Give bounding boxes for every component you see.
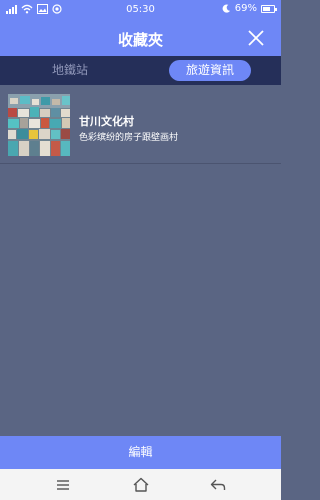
item-subtitle: 色彩缤纷的房子跟壁画村 xyxy=(79,133,179,143)
edit-button[interactable]: 編輯 xyxy=(0,436,281,469)
status-icons-right: 69% xyxy=(222,3,277,14)
status-bar: 05:30 69% xyxy=(0,0,281,20)
tab-travel-info[interactable]: 旅遊資訊 xyxy=(169,60,251,81)
tab-bar: 地鐵站 旅遊資訊 xyxy=(0,56,281,85)
list-item[interactable]: 甘川文化村 色彩缤纷的房子跟壁画村 xyxy=(0,85,281,164)
menu-icon[interactable] xyxy=(53,475,73,495)
header: 收藏夾 xyxy=(0,20,281,56)
battery-icon xyxy=(261,4,277,13)
item-title: 甘川文化村 xyxy=(79,115,134,128)
battery-percent: 69% xyxy=(234,3,257,14)
home-icon[interactable] xyxy=(131,475,151,495)
page-title: 收藏夾 xyxy=(117,31,163,49)
favorites-list: 甘川文化村 色彩缤纷的房子跟壁画村 xyxy=(0,85,281,164)
system-nav-bar xyxy=(0,469,281,500)
colorful-village-thumbnail xyxy=(8,94,70,156)
tab-metro-stations[interactable]: 地鐵站 xyxy=(20,60,120,81)
back-icon[interactable] xyxy=(208,475,228,495)
moon-icon xyxy=(222,4,230,13)
close-icon[interactable] xyxy=(245,27,267,49)
